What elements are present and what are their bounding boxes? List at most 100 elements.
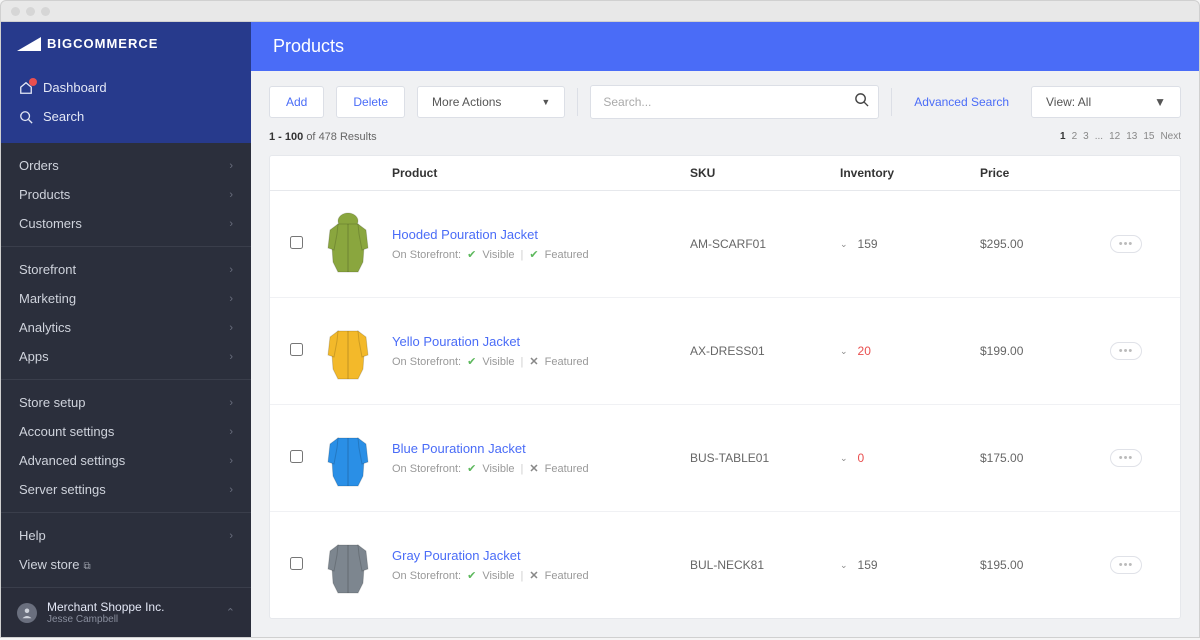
product-thumbnail[interactable] xyxy=(318,423,378,493)
check-icon: ✔ xyxy=(467,462,476,475)
product-thumbnail[interactable] xyxy=(318,316,378,386)
brand-suffix: COMMERCE xyxy=(73,36,158,51)
chevron-down-icon: ⌄ xyxy=(840,453,848,464)
page-link[interactable]: 12 xyxy=(1109,131,1120,143)
user-account-switcher[interactable]: Merchant Shoppe Inc. Jesse Campbell ⌃ xyxy=(1,587,251,637)
inventory-dropdown[interactable]: ⌄ 20 xyxy=(840,344,980,358)
more-actions-dropdown[interactable]: More Actions ▼ xyxy=(417,86,565,118)
row-more-button[interactable]: ••• xyxy=(1110,235,1142,253)
chevron-right-icon: › xyxy=(229,322,233,334)
page-title: Products xyxy=(251,22,1199,71)
inventory-dropdown[interactable]: ⌄ 159 xyxy=(840,237,980,251)
search-input[interactable] xyxy=(590,85,879,119)
product-thumbnail[interactable] xyxy=(318,209,378,279)
sidebar-item-server-settings[interactable]: Server settings› xyxy=(1,475,251,504)
sidebar-item-label: Advanced settings xyxy=(19,453,125,468)
logo-mark-icon xyxy=(17,37,41,51)
traffic-light-minimize[interactable] xyxy=(26,7,35,16)
chevron-right-icon: › xyxy=(229,426,233,438)
sidebar-item-orders[interactable]: Orders › xyxy=(1,151,251,180)
sidebar-item-products[interactable]: Products› xyxy=(1,180,251,209)
sidebar-item-label: Analytics xyxy=(19,320,71,335)
page-link[interactable]: 15 xyxy=(1143,131,1154,143)
on-storefront-label: On Storefront: xyxy=(392,356,461,368)
check-icon: ✔ xyxy=(467,355,476,368)
row-select-checkbox[interactable] xyxy=(290,343,303,356)
product-flags: On Storefront: ✔ Visible | ✕ Featured xyxy=(392,569,690,582)
row-more-button[interactable]: ••• xyxy=(1110,449,1142,467)
page-link[interactable]: 13 xyxy=(1126,131,1137,143)
page-link[interactable]: 2 xyxy=(1072,131,1078,143)
product-name-link[interactable]: Gray Pouration Jacket xyxy=(392,548,690,563)
traffic-light-close[interactable] xyxy=(11,7,20,16)
sidebar-item-label: Storefront xyxy=(19,262,76,277)
product-name-link[interactable]: Blue Pourationn Jacket xyxy=(392,441,690,456)
product-price: $175.00 xyxy=(980,451,1110,465)
sidebar-item-label: Server settings xyxy=(19,482,106,497)
sidebar-item-storefront[interactable]: Storefront › xyxy=(1,255,251,284)
featured-label: Featured xyxy=(545,570,589,582)
main-content: Products Add Delete More Actions ▼ Advan… xyxy=(251,22,1199,637)
sidebar-item-account-settings[interactable]: Account settings› xyxy=(1,417,251,446)
chevron-right-icon: › xyxy=(229,264,233,276)
sidebar-item-help[interactable]: Help› xyxy=(1,521,251,550)
product-name-link[interactable]: Hooded Pouration Jacket xyxy=(392,227,690,242)
product-sku: AM-SCARF01 xyxy=(690,237,840,251)
visible-label: Visible xyxy=(482,249,514,261)
row-select-checkbox[interactable] xyxy=(290,450,303,463)
row-select-checkbox[interactable] xyxy=(290,557,303,570)
inventory-dropdown[interactable]: ⌄ 0 xyxy=(840,451,980,465)
view-filter-dropdown[interactable]: View: All ▼ xyxy=(1031,86,1181,118)
sidebar-item-advanced-settings[interactable]: Advanced settings › xyxy=(1,446,251,475)
delete-button[interactable]: Delete xyxy=(336,86,405,118)
brand-logo: BIGCOMMERCE xyxy=(1,22,251,65)
row-select-checkbox[interactable] xyxy=(290,236,303,249)
sidebar-item-marketing[interactable]: Marketing› xyxy=(1,284,251,313)
table-row: Blue Pourationn Jacket On Storefront: ✔ … xyxy=(270,405,1180,512)
product-name-link[interactable]: Yello Pouration Jacket xyxy=(392,334,690,349)
add-button[interactable]: Add xyxy=(269,86,324,118)
page-link: ... xyxy=(1095,131,1103,143)
divider xyxy=(891,88,892,116)
sidebar-item-store-setup[interactable]: Store setup› xyxy=(1,388,251,417)
row-more-button[interactable]: ••• xyxy=(1110,342,1142,360)
sidebar-item-apps[interactable]: Apps› xyxy=(1,342,251,371)
search-icon[interactable] xyxy=(854,92,869,112)
chevron-right-icon: › xyxy=(229,455,233,467)
toolbar: Add Delete More Actions ▼ Advanced Searc… xyxy=(251,71,1199,127)
product-flags: On Storefront: ✔ Visible | ✕ Featured xyxy=(392,355,690,368)
sidebar-item-analytics[interactable]: Analytics › xyxy=(1,313,251,342)
traffic-light-zoom[interactable] xyxy=(41,7,50,16)
sidebar-item-label: Products xyxy=(19,187,70,202)
sidebar-item-label: Orders xyxy=(19,158,59,173)
on-storefront-label: On Storefront: xyxy=(392,463,461,475)
sidebar-item-label: Help xyxy=(19,528,46,543)
product-sku: BUL-NECK81 xyxy=(690,558,840,572)
sidebar-item-view-store[interactable]: View store⧉ xyxy=(1,550,251,579)
advanced-search-link[interactable]: Advanced Search xyxy=(904,95,1019,109)
check-icon: ✔ xyxy=(529,248,538,261)
nav-dashboard[interactable]: Dashboard xyxy=(1,73,251,102)
products-table: Product SKU Inventory Price Hooded Poura… xyxy=(269,155,1181,619)
sidebar-item-label: Marketing xyxy=(19,291,76,306)
inventory-dropdown[interactable]: ⌄ 159 xyxy=(840,558,980,572)
visible-label: Visible xyxy=(482,463,514,475)
product-flags: On Storefront: ✔ Visible | ✔ Featured xyxy=(392,248,690,261)
external-link-icon: ⧉ xyxy=(83,561,90,572)
cross-icon: ✕ xyxy=(529,462,538,475)
page-link[interactable]: 1 xyxy=(1060,131,1066,143)
row-more-button[interactable]: ••• xyxy=(1110,556,1142,574)
view-filter-label: View: All xyxy=(1046,95,1091,109)
sidebar-item-label: Store setup xyxy=(19,395,86,410)
chevron-down-icon: ⌄ xyxy=(840,560,848,571)
col-header-product: Product xyxy=(392,166,690,180)
page-link[interactable]: 3 xyxy=(1083,131,1089,143)
chevron-right-icon: › xyxy=(229,160,233,172)
col-header-inventory: Inventory xyxy=(840,166,980,180)
sidebar-item-customers[interactable]: Customers› xyxy=(1,209,251,238)
product-thumbnail[interactable] xyxy=(318,530,378,600)
nav-search[interactable]: Search xyxy=(1,102,251,131)
sidebar-item-label: Customers xyxy=(19,216,82,231)
divider xyxy=(577,88,578,116)
page-next[interactable]: Next xyxy=(1160,131,1181,143)
